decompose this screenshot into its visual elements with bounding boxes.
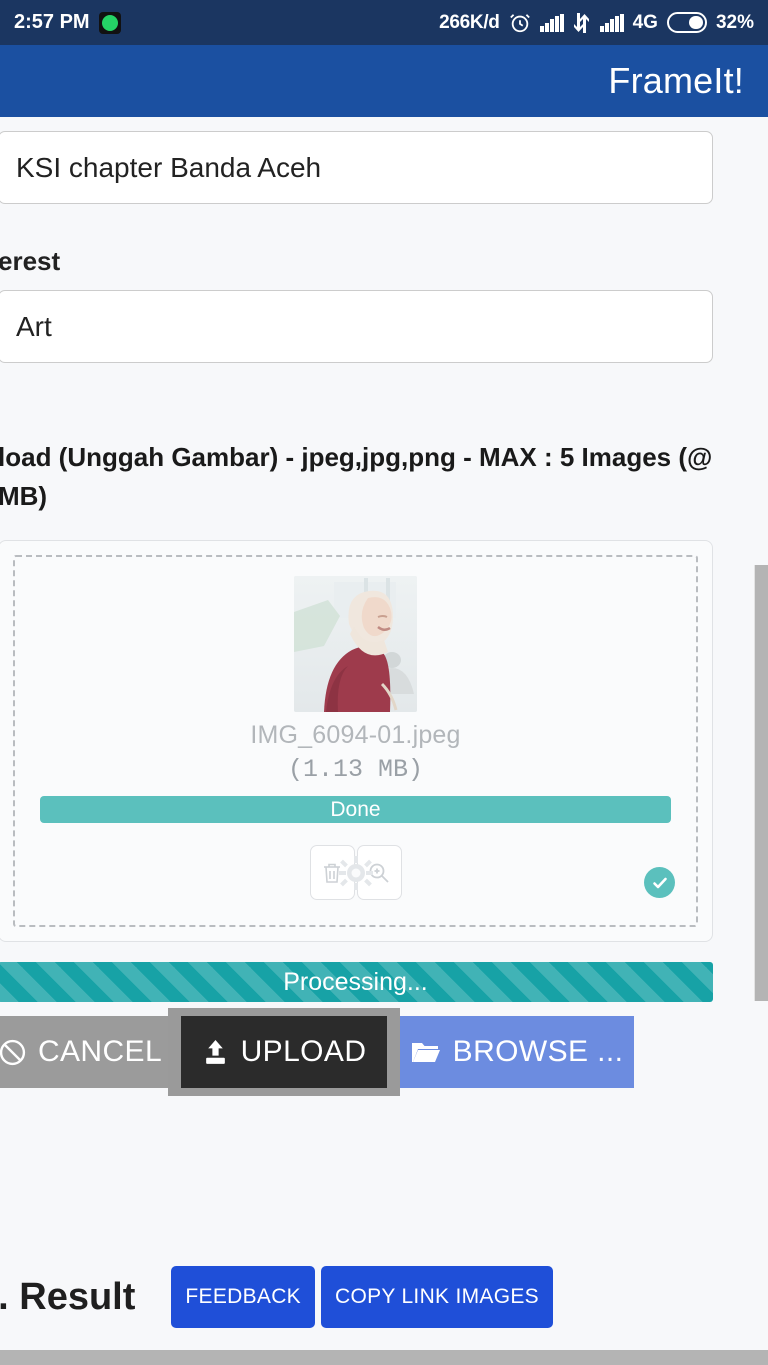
clock-time: 2:57 PM (14, 11, 90, 33)
file-dropzone[interactable]: IMG_6094-01.jpeg (1.13 MB) Done (13, 555, 698, 927)
upload-button-label: UPLOAD (240, 1035, 367, 1068)
organization-input-value: KSI chapter Banda Aceh (16, 151, 322, 183)
folder-open-icon (411, 1040, 441, 1065)
magnifier-plus-icon (368, 862, 390, 884)
upload-progress-label: Processing... (283, 967, 428, 996)
preview-file-button[interactable] (356, 845, 402, 900)
result-section: 2. Result FEEDBACK COPY LINK IMAGES (0, 1266, 768, 1328)
interest-label: erest (0, 246, 61, 276)
upload-arrow-icon (202, 1039, 229, 1066)
browse-button-label: BROWSE ... (452, 1035, 624, 1068)
app-bar: FrameIt! (0, 45, 768, 117)
uploader-actions: CANCEL UPLOAD BROWSE ... (0, 1008, 768, 1116)
file-actions (40, 845, 675, 900)
upload-progress-bar: Processing... (0, 962, 713, 1002)
uploader-card: IMG_6094-01.jpeg (1.13 MB) Done (0, 540, 713, 942)
upload-button-focus-ring: UPLOAD (168, 1008, 400, 1096)
status-bar: 2:57 PM 266K/d 4G 32% (0, 0, 768, 45)
thumbnail-container (40, 576, 671, 712)
network-type: 4G (632, 11, 658, 33)
horizontal-scrollbar-track[interactable] (0, 1350, 768, 1365)
interest-input-value: Art (16, 310, 52, 342)
signal-bars-icon (539, 13, 564, 32)
data-transfer-icon (573, 12, 591, 33)
app-title: FrameIt! (608, 60, 744, 101)
file-size: (1.13 MB) (287, 755, 424, 784)
signal-bars-icon (599, 13, 624, 32)
network-speed: 266K/d (439, 11, 500, 33)
cancel-button-label: CANCEL (37, 1035, 163, 1068)
upload-field-label: load (Unggah Gambar) - jpeg,jpg,png - MA… (0, 442, 713, 511)
status-bar-left: 2:57 PM (14, 11, 121, 34)
file-progress-bar: Done (40, 796, 671, 823)
file-name: IMG_6094-01.jpeg (250, 721, 461, 749)
upload-button[interactable]: UPLOAD (181, 1016, 387, 1088)
copy-link-images-button[interactable]: COPY LINK IMAGES (320, 1266, 553, 1328)
image-thumbnail[interactable] (294, 576, 417, 712)
alarm-clock-icon (509, 12, 531, 34)
horizontal-scrollbar-thumb[interactable] (0, 1350, 768, 1365)
file-status-label: Done (330, 797, 381, 821)
page-content: KSI chapter Banda Aceh erest Art load (U… (0, 118, 768, 1328)
battery-percent: 32% (715, 11, 754, 33)
delete-file-button[interactable] (309, 845, 355, 900)
status-bar-right: 266K/d 4G 32% (439, 12, 754, 34)
organization-input[interactable]: KSI chapter Banda Aceh (0, 131, 713, 204)
ban-icon (0, 1039, 26, 1066)
file-item: IMG_6094-01.jpeg (1.13 MB) Done (27, 570, 684, 911)
browse-button[interactable]: BROWSE ... (400, 1016, 634, 1088)
result-heading: 2. Result (0, 1275, 136, 1318)
trash-icon (322, 862, 342, 884)
result-buttons: FEEDBACK COPY LINK IMAGES (171, 1266, 553, 1328)
vertical-scrollbar-thumb[interactable] (754, 565, 768, 1001)
page-viewport: KSI chapter Banda Aceh erest Art load (U… (0, 118, 768, 1350)
cancel-button[interactable]: CANCEL (0, 1016, 168, 1088)
check-circle-icon (644, 867, 675, 898)
battery-icon (666, 12, 707, 33)
whatsapp-icon (98, 11, 121, 34)
feedback-button[interactable]: FEEDBACK (171, 1266, 315, 1328)
interest-input[interactable]: Art (0, 290, 713, 363)
